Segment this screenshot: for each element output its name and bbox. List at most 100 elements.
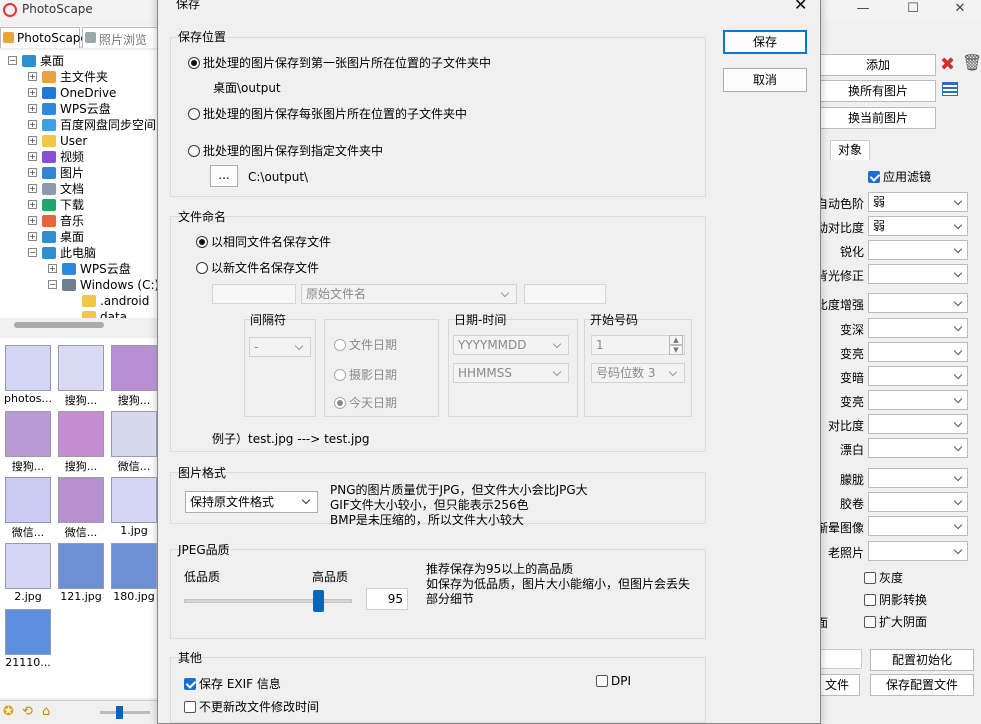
star-icon[interactable]: ✪ bbox=[3, 704, 14, 719]
same-name-radio[interactable]: 以相同文件名保存文件 bbox=[196, 233, 331, 250]
tree-item[interactable]: +OneDrive bbox=[42, 85, 116, 101]
tree-item[interactable]: +音乐 bbox=[42, 213, 84, 229]
folder-tree[interactable]: −桌面+主文件夹+OneDrive +WPS云盘 +百度网盘同步空间+User+视频… bbox=[0, 50, 158, 318]
radio-dot[interactable] bbox=[188, 145, 200, 157]
tree-item[interactable]: +百度网盘同步空间 bbox=[42, 117, 156, 133]
tree-item[interactable]: +文档 bbox=[42, 181, 84, 197]
filter-combo[interactable]: 弱 bbox=[868, 192, 968, 212]
collapse-icon[interactable]: − bbox=[48, 280, 57, 289]
tree-item[interactable]: +图片 bbox=[42, 165, 84, 181]
filter-combo[interactable] bbox=[868, 293, 968, 313]
checkbox-box[interactable] bbox=[184, 701, 196, 713]
tree-item[interactable]: data bbox=[82, 309, 127, 318]
tree-item[interactable]: +WPS云盘 bbox=[62, 261, 131, 277]
tree-item[interactable]: −桌面 bbox=[22, 53, 64, 69]
folder-open-icon[interactable]: ⌂ bbox=[42, 704, 50, 719]
save-exif-checkbox[interactable]: 保存 EXIF 信息 bbox=[184, 675, 281, 692]
expand-icon[interactable]: + bbox=[28, 72, 37, 81]
tab-viewer[interactable]: 照片浏览 bbox=[82, 27, 158, 48]
filter-combo[interactable] bbox=[868, 264, 968, 284]
filter-combo[interactable] bbox=[868, 516, 968, 536]
list-icon[interactable] bbox=[942, 82, 958, 96]
trash-icon[interactable]: 🗑 bbox=[962, 53, 981, 72]
save-config-button[interactable]: 保存配置文件 bbox=[870, 674, 974, 696]
thumbnail-image[interactable] bbox=[111, 543, 157, 589]
digits-combo[interactable]: 号码位数 3 bbox=[591, 363, 685, 383]
quality-slider-thumb[interactable] bbox=[313, 590, 324, 612]
tree-item[interactable]: −此电脑 bbox=[42, 245, 96, 261]
expand-icon[interactable]: + bbox=[28, 200, 37, 209]
browse-folder-button[interactable]: ... bbox=[210, 165, 238, 187]
thumbnail-image[interactable] bbox=[5, 609, 51, 655]
filter-combo[interactable] bbox=[868, 240, 968, 260]
expand-icon[interactable]: + bbox=[28, 168, 37, 177]
filter-combo[interactable] bbox=[868, 541, 968, 561]
zoom-slider-thumb[interactable] bbox=[116, 706, 123, 719]
tab-objects[interactable]: 对象 bbox=[830, 140, 870, 160]
tree-item[interactable]: +下载 bbox=[42, 197, 84, 213]
filter-combo[interactable] bbox=[868, 318, 968, 338]
separator-combo[interactable]: - bbox=[249, 337, 311, 357]
partial-input[interactable] bbox=[820, 649, 862, 669]
date-format-combo[interactable]: YYYYMMDD bbox=[453, 335, 569, 355]
keep-modified-time-checkbox[interactable]: 不更新改文件修改时间 bbox=[184, 698, 319, 715]
minimize-button[interactable]: — bbox=[840, 0, 886, 20]
checkbox-box[interactable] bbox=[864, 594, 876, 606]
thumbnail-image[interactable] bbox=[5, 345, 51, 391]
expand-icon[interactable]: + bbox=[28, 184, 37, 193]
quality-value[interactable]: 95 bbox=[366, 588, 408, 610]
spin-up-icon[interactable]: ▲ bbox=[669, 335, 683, 345]
expand-icon[interactable]: + bbox=[48, 264, 57, 273]
shoot-date-radio[interactable]: 摄影日期 bbox=[334, 366, 397, 383]
location-each-image-radio[interactable]: 批处理的图片保存每张图片所在位置的子文件夹中 bbox=[188, 105, 467, 122]
zoom-slider-track[interactable] bbox=[100, 711, 150, 714]
thumbnail-image[interactable] bbox=[58, 543, 104, 589]
expand-icon[interactable]: + bbox=[28, 216, 37, 225]
tree-item[interactable]: +主文件夹 bbox=[42, 69, 108, 85]
filter-combo[interactable] bbox=[868, 468, 968, 488]
apply-filter-checkbox[interactable]: 应用滤镜 bbox=[868, 168, 931, 185]
filter-combo[interactable]: 弱 bbox=[868, 216, 968, 236]
tab-photoscape[interactable]: PhotoScape bbox=[0, 27, 80, 48]
thumbnail-image[interactable] bbox=[5, 543, 51, 589]
radio-dot[interactable] bbox=[188, 57, 200, 69]
reset-config-button[interactable]: 配置初始化 bbox=[870, 649, 974, 671]
maximize-button[interactable]: ☐ bbox=[890, 0, 936, 20]
tree-item[interactable]: +视频 bbox=[42, 149, 84, 165]
checkbox-box[interactable] bbox=[184, 678, 196, 690]
expand-icon[interactable]: + bbox=[28, 136, 37, 145]
expand-icon[interactable]: + bbox=[28, 152, 37, 161]
thumbnail-image[interactable] bbox=[111, 411, 157, 457]
radio-dot[interactable] bbox=[334, 339, 346, 351]
radio-dot[interactable] bbox=[196, 236, 208, 248]
delete-x-icon[interactable]: ✖ bbox=[940, 54, 955, 75]
prefix-input[interactable] bbox=[212, 284, 296, 304]
checkbox-box[interactable] bbox=[864, 616, 876, 628]
radio-dot[interactable] bbox=[196, 262, 208, 274]
filter-combo[interactable] bbox=[868, 492, 968, 512]
expand-icon[interactable]: + bbox=[28, 104, 37, 113]
save-button[interactable]: 保存 bbox=[723, 30, 807, 54]
quality-slider-track[interactable] bbox=[184, 599, 352, 603]
filter-combo[interactable] bbox=[868, 414, 968, 434]
thumbnail-image[interactable] bbox=[111, 477, 157, 523]
filter-combo[interactable] bbox=[868, 390, 968, 410]
file-date-radio[interactable]: 文件日期 bbox=[334, 336, 397, 353]
shadow-convert-checkbox[interactable]: 阴影转换 bbox=[864, 591, 927, 608]
cancel-button[interactable]: 取消 bbox=[723, 68, 807, 92]
filter-combo[interactable] bbox=[868, 342, 968, 362]
tree-item[interactable]: +桌面 bbox=[42, 229, 84, 245]
thumbnail-image[interactable] bbox=[58, 477, 104, 523]
expand-shade-checkbox[interactable]: 扩大阴面 bbox=[864, 613, 927, 630]
radio-dot[interactable] bbox=[188, 108, 200, 120]
checkbox-box[interactable] bbox=[864, 572, 876, 584]
grayscale-checkbox[interactable]: 灰度 bbox=[864, 569, 903, 586]
new-name-radio[interactable]: 以新文件名保存文件 bbox=[196, 259, 319, 276]
thumbnail-image[interactable] bbox=[5, 477, 51, 523]
location-specified-radio[interactable]: 批处理的图片保存到指定文件夹中 bbox=[188, 142, 383, 159]
radio-dot[interactable] bbox=[334, 397, 346, 409]
filter-combo[interactable] bbox=[868, 438, 968, 458]
collapse-icon[interactable]: − bbox=[28, 248, 37, 257]
tree-item[interactable]: +User bbox=[42, 133, 87, 149]
tree-item[interactable]: −Windows (C:) bbox=[62, 277, 158, 293]
